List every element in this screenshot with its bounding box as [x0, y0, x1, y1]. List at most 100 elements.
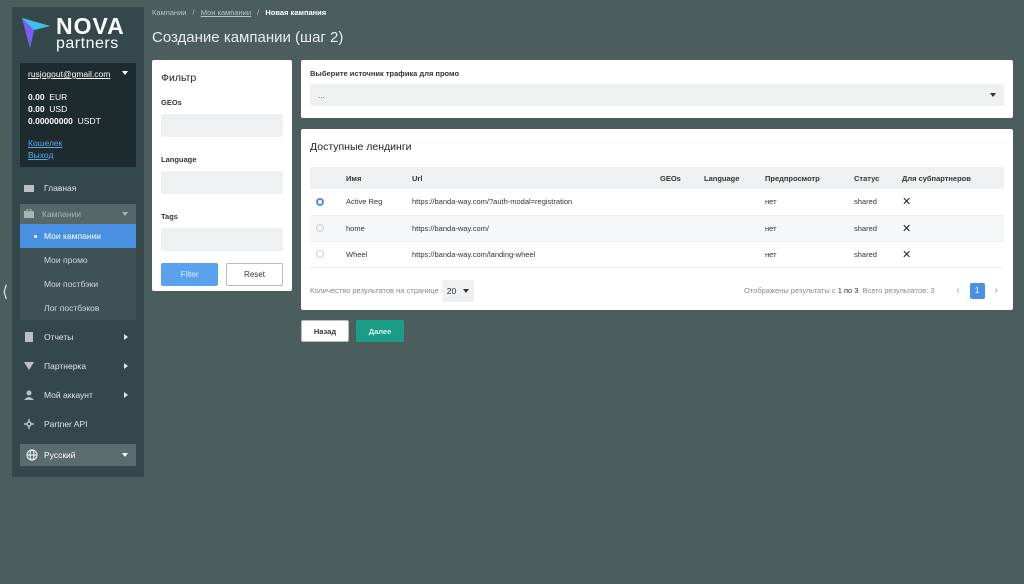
account-caret-icon[interactable] — [122, 71, 128, 75]
geos-label: GEOs — [161, 98, 182, 107]
filter-panel: Фильтр GEOs Language Tags Filter Reset — [152, 60, 292, 291]
language-filter-label: Language — [161, 155, 197, 164]
balance-usd: 0.00 USD — [28, 104, 68, 114]
breadcrumb-current: Новая кампания — [265, 8, 327, 17]
nav-postback-log[interactable]: Лог постбэков — [20, 296, 136, 320]
table-row[interactable]: Active Reg https://banda-way.com/?auth-m… — [310, 189, 1004, 215]
nav-home[interactable]: Главная — [12, 173, 144, 202]
row-url: https://banda-way.com/landing-wheel — [412, 249, 536, 259]
col-language[interactable]: Language — [704, 167, 765, 189]
row-geos — [660, 189, 704, 215]
landings-panel: Доступные лендинги Имя Url GEOs Language… — [301, 129, 1013, 310]
language-input[interactable] — [161, 171, 283, 194]
row-preview: нет — [765, 249, 777, 259]
breadcrumb-root[interactable]: Кампании — [152, 8, 186, 17]
traffic-source-value: ... — [318, 90, 325, 100]
close-icon: ✕ — [902, 196, 912, 209]
nav-my-postbacks[interactable]: Мои постбэки — [20, 272, 136, 296]
nav-my-promo[interactable]: Мои промо — [20, 248, 136, 272]
row-status: shared — [854, 223, 877, 233]
row-url: https://banda-way.com/?auth-modal=regist… — [412, 197, 573, 207]
per-page-value: 20 — [446, 285, 457, 296]
row-radio[interactable] — [316, 197, 324, 206]
chevron-right-icon[interactable]: › — [995, 285, 998, 296]
nav-partnership[interactable]: Партнерка — [12, 351, 144, 380]
nav-reports-label: Отчеты — [44, 331, 74, 342]
traffic-source-label: Выберите источник трафика для промо — [310, 69, 460, 78]
nav-my-account[interactable]: Мой аккаунт — [12, 380, 144, 409]
table-row[interactable]: Wheel https://banda-way.com/landing-whee… — [310, 241, 1004, 267]
table-footer: Количество результатов на странице 20 От… — [310, 279, 1004, 302]
filter-button[interactable]: Filter — [161, 263, 218, 286]
chevron-right-icon — [124, 333, 128, 340]
next-button[interactable]: Далее — [356, 320, 404, 342]
breadcrumb: Кампании / Мои кампании / Новая кампания — [152, 8, 330, 17]
nav-reports[interactable]: Отчеты — [12, 322, 144, 351]
breadcrumb-sep: / — [192, 8, 195, 17]
row-status: shared — [854, 197, 877, 207]
geos-input[interactable] — [161, 114, 283, 137]
col-name[interactable]: Имя — [346, 167, 412, 189]
account-email[interactable]: rusjogout@gmail.com — [28, 69, 128, 79]
nova-logo-icon — [20, 16, 52, 50]
table-row[interactable]: home https://banda-way.com/ нет shared ✕ — [310, 215, 1004, 241]
landings-table: Имя Url GEOs Language Предпросмотр Стату… — [310, 167, 1004, 268]
home-icon — [24, 183, 34, 193]
chevron-left-icon[interactable]: ‹ — [956, 285, 959, 296]
breadcrumb-parent[interactable]: Мои кампании — [201, 8, 251, 17]
filter-title: Фильтр — [161, 72, 197, 84]
row-language — [704, 241, 765, 267]
close-icon: ✕ — [902, 222, 912, 235]
language-select[interactable]: Русский — [20, 444, 136, 466]
col-url[interactable]: Url — [412, 167, 660, 189]
row-name: Wheel — [346, 249, 368, 259]
per-page-label: Количество результатов на странице — [310, 286, 439, 295]
nav-campaigns-label: Кампании — [42, 209, 82, 219]
row-radio[interactable] — [316, 224, 324, 232]
collapse-sidebar-icon[interactable]: ⟨ — [2, 282, 8, 302]
chevron-down-icon — [122, 453, 128, 457]
reset-button[interactable]: Reset — [226, 263, 283, 286]
chevron-down-icon — [990, 93, 996, 97]
chevron-down-icon — [122, 212, 128, 216]
table-header-row: Имя Url GEOs Language Предпросмотр Стату… — [310, 167, 1004, 189]
nav-campaigns[interactable]: Кампании — [20, 204, 136, 224]
logo-partners-text: partners — [56, 34, 119, 52]
row-preview: нет — [765, 197, 777, 207]
diamond-icon — [24, 361, 34, 371]
balance-eur: 0.00 EUR — [28, 92, 68, 102]
page-title: Создание кампании (шаг 2) — [152, 29, 344, 46]
col-status[interactable]: Статус — [854, 167, 902, 189]
sidebar: NOVA partners rusjogout@gmail.com 0.00 E… — [12, 7, 144, 477]
tags-input[interactable] — [161, 228, 283, 251]
wallet-link[interactable]: Кошелек — [28, 137, 128, 149]
row-geos — [660, 241, 704, 267]
col-preview[interactable]: Предпросмотр — [765, 167, 854, 189]
chevron-right-icon — [124, 391, 128, 398]
traffic-source-panel: Выберите источник трафика для промо ... — [301, 60, 1013, 118]
row-language — [704, 189, 765, 215]
page-number[interactable]: 1 — [969, 282, 985, 299]
col-select — [310, 167, 346, 189]
back-button[interactable]: Назад — [301, 320, 349, 342]
nav-group-campaigns: Кампании Мои кампании Мои промо Мои пост… — [20, 204, 136, 320]
nav-partnership-label: Партнерка — [44, 360, 87, 371]
logout-link[interactable]: Выход — [28, 149, 128, 161]
traffic-source-select[interactable]: ... — [310, 84, 1004, 106]
close-icon: ✕ — [902, 248, 912, 261]
user-icon — [24, 390, 34, 400]
col-subpartners[interactable]: Для субпартнеров — [902, 167, 1004, 189]
row-radio[interactable] — [316, 250, 324, 258]
row-name: home — [346, 223, 365, 233]
row-language — [704, 215, 765, 241]
nav-partner-api[interactable]: Partner API — [12, 409, 144, 438]
chevron-right-icon — [124, 362, 128, 369]
logo[interactable]: NOVA partners — [12, 7, 144, 59]
results-summary: Отображены результаты с 1 по 3. Всего ре… — [744, 286, 935, 295]
breadcrumb-sep: / — [257, 8, 260, 17]
landings-title: Доступные лендинги — [310, 141, 412, 153]
col-geos[interactable]: GEOs — [660, 167, 704, 189]
nav-my-campaigns[interactable]: Мои кампании — [20, 224, 136, 248]
row-status: shared — [854, 249, 877, 259]
per-page-select[interactable]: 20 — [441, 279, 474, 302]
